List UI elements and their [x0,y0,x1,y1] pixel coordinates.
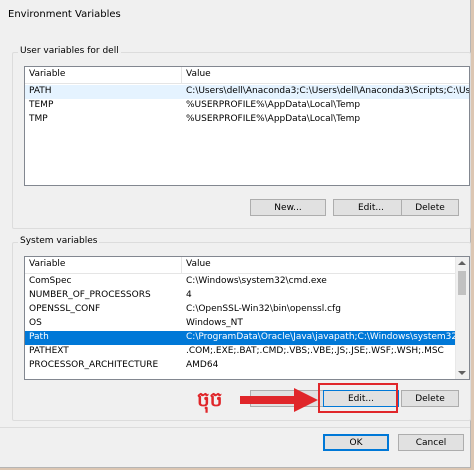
table-row[interactable]: PROCESSOR_ARCHITECTURE AMD64 [25,359,469,373]
annotation-text: ចុច [197,387,223,411]
row-variable: PATHEXT [29,346,69,356]
ok-button[interactable]: OK [323,434,389,451]
column-variable[interactable]: Variable [29,259,65,269]
row-value: Windows_NT [186,318,243,328]
system-variables-list[interactable]: Variable Value ComSpec C:\Windows\system… [24,256,470,380]
row-value: AMD64 [186,360,219,370]
user-variables-group: User variables for dell Variable Value P… [12,46,471,229]
table-row[interactable]: PATHEXT .COM;.EXE;.BAT;.CMD;.VBS;.VBE;.J… [25,345,469,359]
row-variable: OPENSSL_CONF [29,304,101,314]
row-value: 4 [186,290,192,300]
row-variable: PROCESSOR_ARCHITECTURE [29,360,159,370]
scroll-down-icon[interactable] [458,371,466,375]
environment-variables-dialog: Environment Variables User variables for… [0,0,471,468]
user-variables-label: User variables for dell [18,46,121,56]
table-row[interactable]: PATH C:\Users\dell\Anaconda3;C:\Users\de… [25,85,469,99]
annotation-arrow-icon [240,388,318,412]
dialog-title: Environment Variables [8,9,121,20]
column-value[interactable]: Value [186,69,211,79]
user-new-button[interactable]: New... [250,199,326,216]
system-delete-button[interactable]: Delete [401,390,459,407]
row-variable: OS [29,318,42,328]
row-value: C:\OpenSSL-Win32\bin\openssl.cfg [186,304,341,314]
column-separator[interactable] [181,67,182,83]
column-value[interactable]: Value [186,259,211,269]
row-variable: Path [29,332,49,342]
table-row[interactable]: OS Windows_NT [25,317,469,331]
table-row[interactable]: OPENSSL_CONF C:\OpenSSL-Win32\bin\openss… [25,303,469,317]
table-row-selected[interactable]: Path C:\ProgramData\Oracle\Java\javapath… [25,331,469,345]
user-variables-header: Variable Value [25,67,469,84]
table-row[interactable]: NUMBER_OF_PROCESSORS 4 [25,289,469,303]
column-variable[interactable]: Variable [29,69,65,79]
table-row[interactable]: ComSpec C:\Windows\system32\cmd.exe [25,275,469,289]
user-variables-list[interactable]: Variable Value PATH C:\Users\dell\Anacon… [24,66,470,186]
footer-divider [0,427,470,428]
table-row[interactable]: TEMP %USERPROFILE%\AppData\Local\Temp [25,99,469,113]
user-delete-button[interactable]: Delete [401,199,459,216]
row-variable: TMP [29,114,48,124]
annotation-highlight-box [318,383,398,413]
row-value: C:\ProgramData\Oracle\Java\javapath;C:\W… [186,332,470,342]
row-variable: TEMP [29,100,54,110]
row-variable: PATH [29,86,52,96]
column-separator[interactable] [181,257,182,273]
row-value: C:\Users\dell\Anaconda3;C:\Users\dell\An… [186,86,470,96]
scroll-up-icon[interactable] [458,261,466,265]
row-value: %USERPROFILE%\AppData\Local\Temp [186,114,361,124]
system-variables-label: System variables [18,236,100,246]
row-value: %USERPROFILE%\AppData\Local\Temp [186,100,361,110]
user-edit-button[interactable]: Edit... [333,199,409,216]
row-value: .COM;.EXE;.BAT;.CMD;.VBS;.VBE;.JS;.JSE;.… [186,346,444,356]
scroll-thumb[interactable] [458,271,466,295]
table-row[interactable]: TMP %USERPROFILE%\AppData\Local\Temp [25,113,469,127]
cancel-button[interactable]: Cancel [398,434,464,451]
row-value: C:\Windows\system32\cmd.exe [186,276,327,286]
system-variables-scrollbar[interactable] [455,257,469,379]
row-variable: NUMBER_OF_PROCESSORS [29,290,151,300]
system-variables-header: Variable Value [25,257,469,274]
row-variable: ComSpec [29,276,72,286]
